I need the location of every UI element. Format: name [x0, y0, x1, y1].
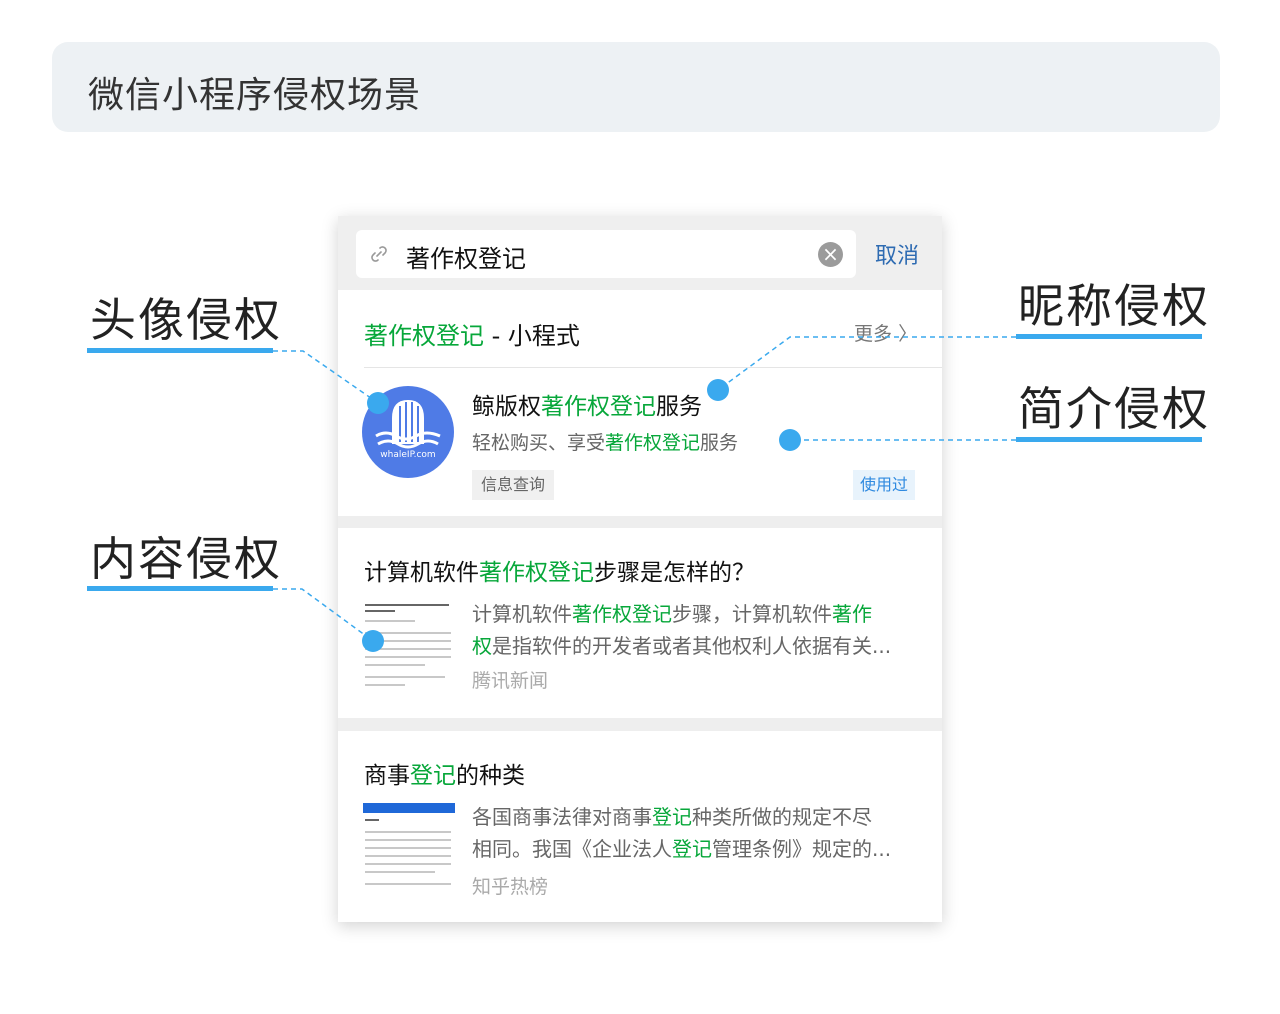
name-suffix: 服务	[656, 394, 702, 420]
snippet-line: 权是指软件的开发者或者其他权利人依据有关...	[472, 630, 922, 662]
annotation-content: 内容侵权	[90, 532, 282, 586]
article-source: 腾讯新闻	[472, 670, 549, 692]
chevron-right-icon: 〉	[898, 323, 918, 345]
annotation-intro-underline	[1016, 437, 1202, 442]
close-circle-icon[interactable]: ×	[818, 242, 843, 267]
article-snippet: 各国商事法律对商事登记种类所做的规定不尽 相同。我国《企业法人登记管理条例》规定…	[472, 801, 922, 865]
divider	[364, 367, 942, 368]
more-label: 更多	[854, 323, 893, 345]
snippet-highlight: 著作权登记	[572, 602, 672, 626]
title-suffix: 步骤是怎样的？	[594, 560, 755, 586]
header-highlight: 著作权登记	[364, 322, 484, 350]
article-title: 商事登记的种类	[364, 756, 525, 790]
name-prefix: 鲸版权	[472, 394, 541, 420]
desc-suffix: 服务	[700, 432, 739, 454]
used-badge: 使用过	[853, 470, 916, 500]
name-highlight: 著作权登记	[541, 394, 656, 420]
snippet-text: 管理条例》规定的...	[712, 837, 892, 861]
snippet-text: 种类所做的规定不尽	[692, 805, 872, 829]
snippet-line: 各国商事法律对商事登记种类所做的规定不尽	[472, 801, 922, 833]
snippet-highlight: 登记	[672, 837, 712, 861]
title-prefix: 商事	[364, 763, 410, 789]
more-link[interactable]: 更多 〉	[854, 319, 917, 346]
annotation-content-underline	[87, 586, 273, 591]
snippet-line: 计算机软件著作权登记步骤，计算机软件著作	[472, 598, 922, 630]
article-title: 计算机软件著作权登记步骤是怎样的？	[364, 553, 755, 587]
header-banner: 微信小程序侵权场景	[52, 42, 1220, 132]
info-query-tag: 信息查询	[472, 470, 555, 500]
search-query[interactable]: 著作权登记	[406, 239, 526, 274]
phone-search-screen: 著作权登记 × 取消 著作权登记 - 小程式 更多 〉 whaleIP.com …	[338, 216, 942, 922]
snippet-highlight: 权	[472, 634, 492, 658]
title-highlight: 登记	[410, 763, 456, 789]
snippet-text: 各国商事法律对商事	[472, 805, 652, 829]
article-card[interactable]: 计算机软件著作权登记步骤是怎样的？ 计算机软件著作权登记步骤，计算机软件著作 权…	[338, 528, 942, 718]
annotation-nickname-underline	[1016, 334, 1202, 339]
snippet-text: 相同。我国《企业法人	[472, 837, 672, 861]
snippet-highlight: 著作	[832, 602, 872, 626]
mini-program-card[interactable]: 著作权登记 - 小程式 更多 〉 whaleIP.com 鲸版权著作权登记服务 …	[338, 290, 942, 516]
link-icon	[371, 246, 387, 262]
article-thumbnail	[363, 600, 455, 692]
search-bar: 著作权登记 × 取消	[338, 216, 942, 290]
snippet-text: 计算机软件	[472, 602, 572, 626]
annotation-nickname: 昵称侵权	[1018, 279, 1210, 333]
title-suffix: 的种类	[456, 763, 525, 789]
avatar[interactable]: whaleIP.com	[362, 386, 454, 478]
mini-program-name: 鲸版权著作权登记服务	[472, 387, 702, 421]
annotation-avatar: 头像侵权	[90, 293, 282, 347]
snippet-line: 相同。我国《企业法人登记管理条例》规定的...	[472, 833, 922, 865]
snippet-text: 步骤，计算机软件	[672, 602, 832, 626]
desc-prefix: 轻松购买、享受	[472, 432, 606, 454]
article-snippet: 计算机软件著作权登记步骤，计算机软件著作 权是指软件的开发者或者其他权利人依据有…	[472, 598, 922, 662]
banner-title: 微信小程序侵权场景	[88, 75, 422, 116]
snippet-highlight: 登记	[652, 805, 692, 829]
snippet-text: 是指软件的开发者或者其他权利人依据有关...	[492, 634, 892, 658]
article-source: 知乎热榜	[472, 876, 549, 898]
mini-program-description: 轻松购买、享受著作权登记服务	[472, 428, 738, 455]
search-input[interactable]: 著作权登记 ×	[356, 230, 856, 278]
article-card[interactable]: 商事登记的种类 各国商事法律对商事登记种类所做的规定不尽 相同。我国《企业法人登…	[338, 731, 942, 922]
title-highlight: 著作权登记	[479, 560, 594, 586]
annotation-avatar-underline	[87, 348, 273, 353]
whale-logo-icon	[375, 400, 441, 449]
avatar-caption: whaleIP.com	[380, 450, 436, 460]
title-prefix: 计算机软件	[364, 560, 479, 586]
annotation-intro: 简介侵权	[1018, 382, 1210, 436]
cancel-button[interactable]: 取消	[875, 238, 919, 270]
desc-highlight: 著作权登记	[605, 432, 701, 454]
article-thumbnail	[363, 803, 455, 895]
mini-program-section-title: 著作权登记 - 小程式	[364, 316, 580, 351]
header-suffix: - 小程式	[484, 322, 580, 350]
